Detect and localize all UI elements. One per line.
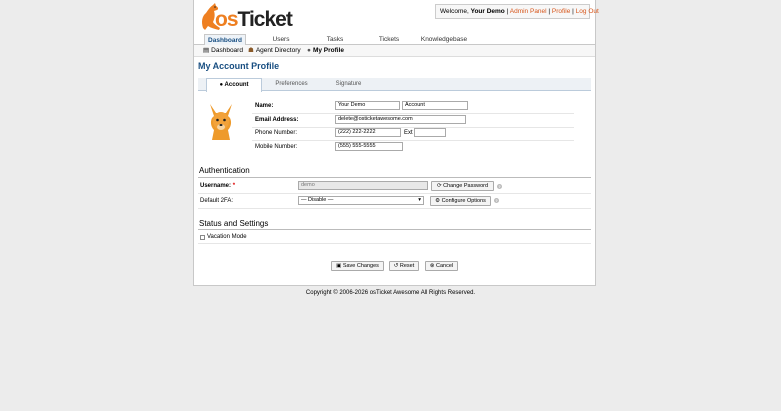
section-divider [198,177,591,178]
status-settings-title: Status and Settings [199,219,269,228]
tab-account[interactable]: ● Account [206,78,262,92]
main-container: osTicket Welcome, Your Demo | Admin Pane… [193,0,599,286]
button-label: Cancel [436,263,454,269]
reset-button[interactable]: ↺ Reset [389,261,419,271]
admin-panel-link[interactable]: Admin Panel [510,8,547,15]
authentication-title: Authentication [199,166,250,175]
chevron-down-icon: ▾ [418,197,421,203]
tab-tasks[interactable]: Tasks [312,34,358,45]
logo-text: osTicket [215,8,293,31]
header: osTicket Welcome, Your Demo | Admin Pane… [194,0,599,34]
vacation-mode-label: Vacation Mode [207,234,247,240]
ext-field[interactable] [414,128,446,137]
subnav-item-dashboard[interactable]: ▤ Dashboard [203,45,243,57]
vacation-mode-checkbox[interactable] [200,235,205,240]
tab-signature[interactable]: Signature [321,78,376,91]
phone-label: Phone Number: [255,130,298,136]
divider [198,208,591,209]
tab-label: Account [224,82,249,88]
button-label: Change Password [443,183,489,189]
help-icon[interactable]: ? [494,198,499,203]
username-label-text: Username: [200,183,232,189]
configure-options-button[interactable]: ⚙ Configure Options [430,196,491,206]
save-icon: ▣ [336,263,343,269]
user-info-box: Welcome, Your Demo | Admin Panel | Profi… [435,4,599,19]
tab-users[interactable]: Users [258,34,304,45]
tab-preferences[interactable]: Preferences [264,78,319,91]
subnav-item-my-profile[interactable]: ● My Profile [307,45,344,57]
phone-field[interactable]: (222) 222-2222 [335,128,401,137]
ext-label: Ext [404,130,413,136]
save-changes-button[interactable]: ▣ Save Changes [331,261,384,271]
sub-nav: ▤ Dashboard ☗ Agent Directory ● My Profile [194,45,595,57]
last-name-input[interactable]: Account [402,101,468,110]
section-divider [198,229,591,230]
tab-tickets[interactable]: Tickets [366,34,412,45]
logo[interactable]: osTicket [199,2,293,32]
divider [252,113,574,114]
required-mark: * [232,183,236,189]
twofa-label: Default 2FA: [200,198,234,204]
subnav-label: Agent Directory [255,47,301,54]
footer-copyright: Copyright © 2006-2026 osTicket Awesome A… [305,290,476,296]
button-label: Configure Options [441,198,486,204]
help-icon[interactable]: ? [497,184,502,189]
subnav-item-agent-directory[interactable]: ☗ Agent Directory [248,45,301,57]
cancel-button[interactable]: ⊗ Cancel [425,261,458,271]
divider [252,140,574,141]
page-title: My Account Profile [198,61,280,71]
change-password-button[interactable]: ⟳ Change Password [431,181,494,191]
user-name: Your Demo [470,8,505,15]
name-label: Name: [255,103,274,109]
profile-tabs: ● Account Preferences Signature [198,78,591,92]
mobile-label: Mobile Number: [255,144,298,150]
logout-link[interactable]: Log Out [576,8,599,15]
email-field[interactable]: delete@osticketawesome.com [335,115,466,124]
avatar[interactable] [204,102,238,142]
first-name-input[interactable]: Your Demo [335,101,400,110]
subnav-label: My Profile [312,47,344,54]
email-label: Email Address: [255,117,299,123]
divider [252,127,574,128]
tab-knowledgebase[interactable]: Knowledgebase [416,34,472,45]
subnav-label: Dashboard [211,47,243,54]
user-icon: ● [307,47,311,54]
mobile-field[interactable]: (555) 555-5555 [335,142,403,151]
divider [198,193,591,194]
main-nav: Dashboard Users Tasks Tickets Knowledgeb… [194,34,595,46]
directory-icon: ☗ [248,47,254,54]
dashboard-icon: ▤ [203,47,210,54]
profile-link[interactable]: Profile [552,8,570,15]
divider [198,243,591,244]
twofa-selected-value: — Disable — [301,197,334,203]
welcome-text: Welcome, [440,8,471,15]
username-label: Username: * [200,183,235,189]
button-label: Reset [399,263,415,269]
button-label: Save Changes [342,263,379,269]
twofa-select[interactable]: — Disable — ▾ [298,196,424,205]
username-field: demo [298,181,428,190]
